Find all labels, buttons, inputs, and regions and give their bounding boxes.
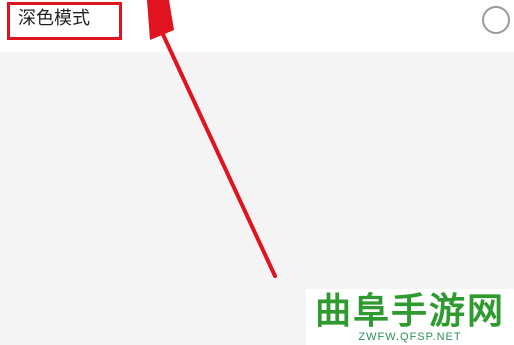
arrow-shaft: [158, 26, 277, 278]
watermark-url: ZWFW.QFSP.NET: [358, 331, 462, 343]
watermark-logo: 曲阜手游网 ZWFW.QFSP.NET: [306, 289, 514, 345]
arrow-head: [147, 0, 174, 40]
watermark-title: 曲阜手游网: [314, 290, 505, 332]
